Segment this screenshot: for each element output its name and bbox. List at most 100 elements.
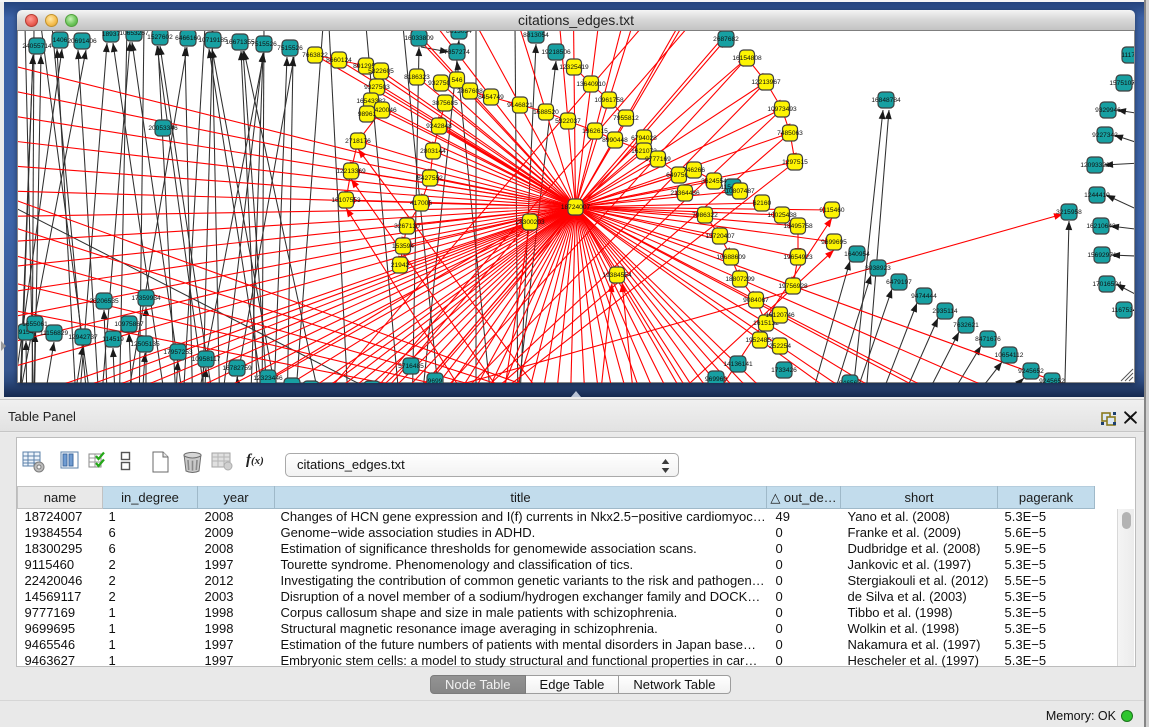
- svg-text:9463627: 9463627: [279, 383, 305, 390]
- svg-text:15751074: 15751074: [1109, 80, 1139, 87]
- svg-text:6466160: 6466160: [175, 35, 201, 42]
- svg-text:97771: 97771: [363, 386, 382, 393]
- svg-text:3875685: 3875685: [432, 100, 458, 107]
- svg-text:2718176: 2718176: [345, 138, 371, 145]
- svg-text:13930: 13930: [0, 319, 12, 326]
- svg-text:8427552: 8427552: [417, 175, 443, 182]
- svg-text:3267130: 3267130: [394, 223, 420, 230]
- svg-text:12213369: 12213369: [336, 168, 366, 175]
- svg-text:153594: 153594: [392, 243, 414, 250]
- svg-text:19756928: 19756928: [778, 283, 808, 290]
- svg-text:10688609: 10688609: [716, 254, 746, 261]
- svg-text:7485063: 7485063: [777, 130, 803, 137]
- svg-text:12093322: 12093322: [1080, 162, 1110, 169]
- svg-text:10975867: 10975867: [114, 321, 144, 328]
- svg-text:18724007: 18724007: [561, 204, 591, 211]
- svg-text:20691406: 20691406: [67, 38, 97, 45]
- svg-text:9084067: 9084067: [743, 297, 769, 304]
- svg-text:15692971: 15692971: [1087, 252, 1117, 259]
- svg-text:11156829: 11156829: [40, 330, 69, 337]
- svg-text:12213967: 12213967: [751, 79, 781, 86]
- svg-text:18807299: 18807299: [725, 276, 755, 283]
- svg-text:7663822: 7663822: [302, 52, 328, 59]
- svg-text:10807487: 10807487: [725, 188, 755, 195]
- svg-text:24055714: 24055714: [22, 43, 52, 50]
- svg-text:7955812: 7955812: [613, 115, 639, 122]
- svg-text:9474444: 9474444: [911, 293, 937, 300]
- svg-text:2803144: 2803144: [420, 148, 446, 155]
- svg-text:21942: 21942: [391, 262, 410, 269]
- svg-text:6479197: 6479197: [886, 279, 912, 286]
- svg-text:16120746: 16120746: [765, 312, 795, 319]
- svg-text:546: 546: [451, 77, 462, 84]
- svg-text:17359934: 17359934: [131, 295, 161, 302]
- svg-text:9245652: 9245652: [1018, 368, 1044, 375]
- svg-text:19384554: 19384554: [602, 272, 632, 279]
- svg-text:17016504: 17016504: [1092, 281, 1122, 288]
- svg-text:8990448: 8990448: [602, 137, 628, 144]
- svg-text:8813054: 8813054: [446, 28, 472, 35]
- svg-text:7357274: 7357274: [444, 49, 470, 56]
- svg-text:11174: 11174: [1121, 52, 1139, 59]
- svg-text:8813054: 8813054: [523, 32, 549, 39]
- svg-text:1640954: 1640954: [844, 251, 870, 258]
- svg-text:9327503: 9327503: [364, 84, 390, 91]
- svg-text:946562: 946562: [839, 380, 861, 387]
- svg-text:10961758: 10961758: [594, 97, 624, 104]
- svg-text:10973493: 10973493: [767, 106, 797, 113]
- svg-text:7515526: 7515526: [277, 45, 303, 52]
- svg-text:16154808: 16154808: [732, 55, 762, 62]
- svg-text:1655061: 1655061: [22, 321, 48, 328]
- svg-text:8938923: 8938923: [865, 265, 891, 272]
- svg-text:18937: 18937: [102, 31, 121, 38]
- svg-text:6794028: 6794028: [631, 135, 657, 142]
- svg-text:8660124: 8660124: [326, 57, 352, 64]
- svg-text:12505135: 12505135: [130, 341, 160, 348]
- svg-text:9329946: 9329946: [1095, 107, 1121, 114]
- svg-text:12942737: 12942737: [68, 334, 98, 341]
- svg-text:9699: 9699: [428, 378, 443, 385]
- svg-text:9699695: 9699695: [821, 239, 847, 246]
- svg-text:7986322: 7986322: [692, 212, 718, 219]
- svg-text:17957253: 17957253: [163, 349, 193, 356]
- svg-text:19654923: 19654923: [783, 254, 813, 261]
- svg-text:1297515: 1297515: [782, 159, 808, 166]
- svg-text:9146821: 9146821: [507, 102, 533, 109]
- svg-text:23300203: 23300203: [515, 219, 545, 226]
- svg-text:417006: 417006: [410, 200, 432, 207]
- svg-text:9115460: 9115460: [819, 207, 845, 214]
- svg-text:114519: 114519: [102, 336, 124, 343]
- svg-text:12325419: 12325419: [559, 64, 589, 71]
- svg-text:746266: 746266: [683, 167, 705, 174]
- svg-text:1167534: 1167534: [1111, 307, 1137, 314]
- svg-text:9242848: 9242848: [426, 123, 452, 130]
- svg-text:969969: 969969: [705, 376, 727, 383]
- svg-text:1588520: 1588520: [533, 109, 559, 116]
- svg-text:10958117: 10958117: [192, 356, 221, 363]
- svg-text:18495758: 18495758: [783, 223, 813, 230]
- svg-text:5716485: 5716485: [398, 363, 424, 370]
- svg-text:946354: 946354: [300, 386, 322, 393]
- svg-text:3215958: 3215958: [1056, 209, 1082, 216]
- svg-text:16107553: 16107553: [331, 197, 361, 204]
- svg-text:16782759: 16782759: [222, 365, 252, 372]
- svg-text:13640910: 13640910: [576, 81, 606, 88]
- svg-text:7515526: 7515526: [251, 41, 277, 48]
- svg-text:8186323: 8186323: [404, 74, 430, 81]
- svg-text:9777169: 9777169: [645, 156, 671, 163]
- svg-text:10719185: 10719185: [198, 37, 228, 44]
- svg-text:9227342: 9227342: [1092, 132, 1118, 139]
- svg-text:16210643: 16210643: [1086, 223, 1116, 230]
- svg-text:15720407: 15720407: [705, 233, 735, 240]
- svg-text:20206535: 20206535: [89, 298, 119, 305]
- svg-text:16033809: 16033809: [404, 35, 434, 42]
- svg-text:8471676: 8471676: [975, 336, 1001, 343]
- svg-text:1733426: 1733426: [771, 367, 797, 374]
- svg-text:12323446: 12323446: [253, 375, 283, 382]
- svg-text:5322037: 5322037: [555, 118, 581, 125]
- svg-text:10653267: 10653267: [119, 30, 149, 37]
- svg-text:1244419: 1244419: [1084, 192, 1110, 199]
- svg-text:10654112: 10654112: [995, 352, 1024, 359]
- svg-text:2687682: 2687682: [713, 36, 739, 43]
- svg-text:5822605: 5822605: [368, 68, 394, 75]
